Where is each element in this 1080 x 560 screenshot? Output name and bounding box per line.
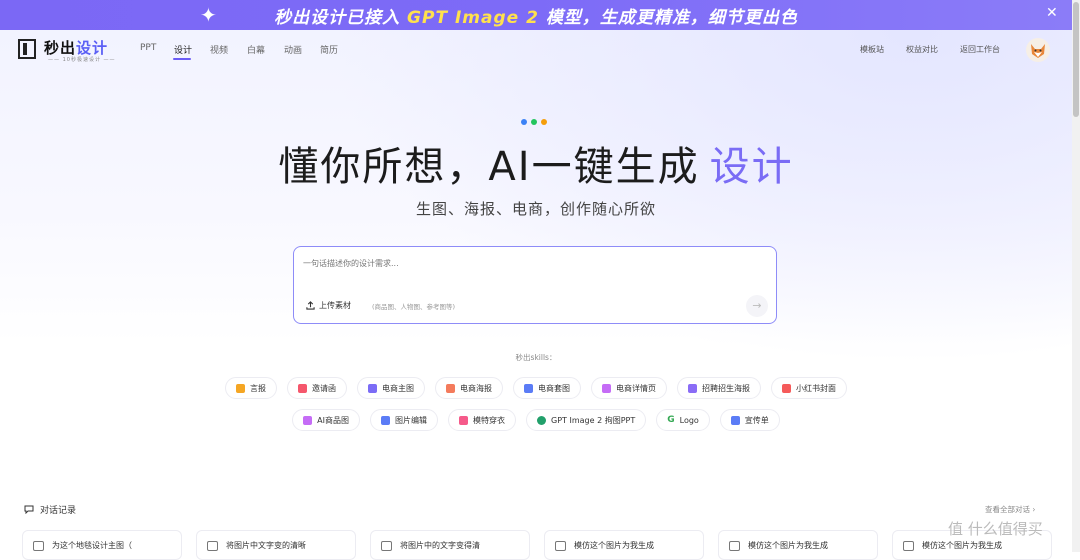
history-card[interactable]: 为这个地毯设计主图（ [22,530,182,560]
skill-chip-ecom-set[interactable]: 电商套图 [513,377,581,399]
watermark: 值 什么值得买 [948,520,1043,538]
image-icon [368,383,377,393]
avatar[interactable] [1026,38,1050,62]
dot-green [531,119,537,125]
top-nav: 秒出设计 —— 10秒极速设计 —— PPT 设计 视频 白幕 动画 简历 模板… [0,30,1072,70]
nav-item-resume[interactable]: 简历 [320,43,338,56]
history-card[interactable]: 模仿这个图片为我生成 [718,530,878,560]
dot-blue [521,119,527,125]
skills-row-2: AI商品图 图片编辑 模特穿衣 GPT Image 2 拘图PPT G Logo … [0,409,1072,431]
chat-icon [729,541,740,551]
hero-subtitle: 生图、海报、电商，创作随心所欲 [415,200,656,218]
history-list: 为这个地毯设计主图（ 将图片中文字变的清晰 将图片中的文字变得清 模仿这个图片为… [22,530,1052,560]
scrollbar[interactable] [1072,0,1080,552]
chat-icon [207,541,218,551]
fox-avatar-icon [1031,44,1045,58]
edit-icon [381,415,391,425]
upload-hint: (商品图、人物图、参考图等) [372,303,456,311]
skill-chip-ai-product[interactable]: AI商品图 [292,409,361,431]
upload-label: 上传素材 [319,301,351,310]
logo-name: 秒出设计 [44,39,109,57]
openai-icon [537,415,547,425]
sparkle-icon: ✦ [200,3,217,27]
skills-label: 秒出skills： [515,353,557,362]
history-card[interactable]: 将图片中文字变的清晰 [196,530,356,560]
hero-title: 懂你所想，AI一键生成 设计 [278,144,794,190]
nav-template-site[interactable]: 模板站 [860,44,884,55]
nav-item-video[interactable]: 视频 [210,43,228,56]
scrollbar-thumb[interactable] [1073,2,1079,117]
skill-chip-poster[interactable]: 言报 [225,377,277,399]
history-card[interactable]: 将图片中的文字变得清 [370,530,530,560]
invite-icon [298,383,307,393]
skill-chip-model-dress[interactable]: 模特穿衣 [448,409,517,431]
chat-icon [33,541,44,551]
hero-title-accent: 设计 [709,144,794,190]
chat-icon [903,541,914,551]
close-icon[interactable]: ✕ [1046,5,1058,21]
skill-chip-recruit-poster[interactable]: 招聘招生海报 [677,377,761,399]
promo-banner[interactable]: ✦ 秒出设计已接入 GPT Image 2 模型，生成更精准，细节更出色 ✕ [0,0,1072,30]
skill-chip-logo[interactable]: G Logo [656,409,710,431]
banner-highlight: GPT Image 2 [407,7,539,28]
banner-text: 秒出设计已接入 GPT Image 2 模型，生成更精准，细节更出色 [274,7,798,28]
model-icon [459,415,469,425]
chat-icon [555,541,566,551]
skill-chip-ecom-main[interactable]: 电商主图 [357,377,425,399]
decorative-dots [521,119,547,125]
chat-icon [381,541,392,551]
flyer-icon [730,415,740,425]
gallery-icon [524,383,533,393]
skill-chip-xhs-cover[interactable]: 小红书封面 [771,377,847,399]
logo-tagline: —— 10秒极速设计 —— [48,57,116,63]
nav-benefits-compare[interactable]: 权益对比 [906,44,938,55]
prompt-box: 上传素材 (商品图、人物图、参考图等) → [293,246,777,324]
chat-icon [24,505,34,514]
skill-chip-flyer[interactable]: 宣传单 [719,409,780,431]
google-icon: G [667,415,675,425]
upload-material-button[interactable]: 上传素材 [306,300,351,311]
product-icon [303,415,313,425]
prompt-input[interactable] [303,259,743,268]
history-title: 对话记录 [24,503,76,516]
skill-chip-invitation[interactable]: 邀请函 [287,377,347,399]
arrow-right-icon: → [752,299,762,312]
logo[interactable]: 秒出设计 —— 10秒极速设计 —— [18,37,123,65]
skill-chip-ecom-poster[interactable]: 电商海报 [435,377,503,399]
history-card[interactable]: 模仿这个图片为我生成 [544,530,704,560]
nav-item-design[interactable]: 设计 [174,43,192,56]
nav-item-whiteboard[interactable]: 白幕 [247,43,265,56]
nav-active-indicator [173,58,191,60]
book-icon [782,383,791,393]
nav-item-animation[interactable]: 动画 [284,43,302,56]
upload-icon [306,301,315,310]
skill-chip-gpt-image-ppt[interactable]: GPT Image 2 拘图PPT [526,409,647,431]
nav-item-ppt[interactable]: PPT [140,43,156,53]
detail-icon [602,383,611,393]
logo-mark-icon [18,39,36,59]
poster-icon [446,383,455,393]
send-button[interactable]: → [746,295,768,317]
nav-back-workspace[interactable]: 返回工作台 [960,44,1000,55]
view-all-history-link[interactable]: 查看全部对话 › [985,504,1035,515]
skills-row-1: 言报 邀请函 电商主图 电商海报 电商套图 电商详情页 招聘招生海报 小红书封面 [0,377,1072,399]
skill-chip-image-edit[interactable]: 图片编辑 [370,409,439,431]
dot-orange [541,119,547,125]
recruit-icon [688,383,697,393]
skill-chip-ecom-detail[interactable]: 电商详情页 [591,377,667,399]
poster-icon [236,383,245,393]
